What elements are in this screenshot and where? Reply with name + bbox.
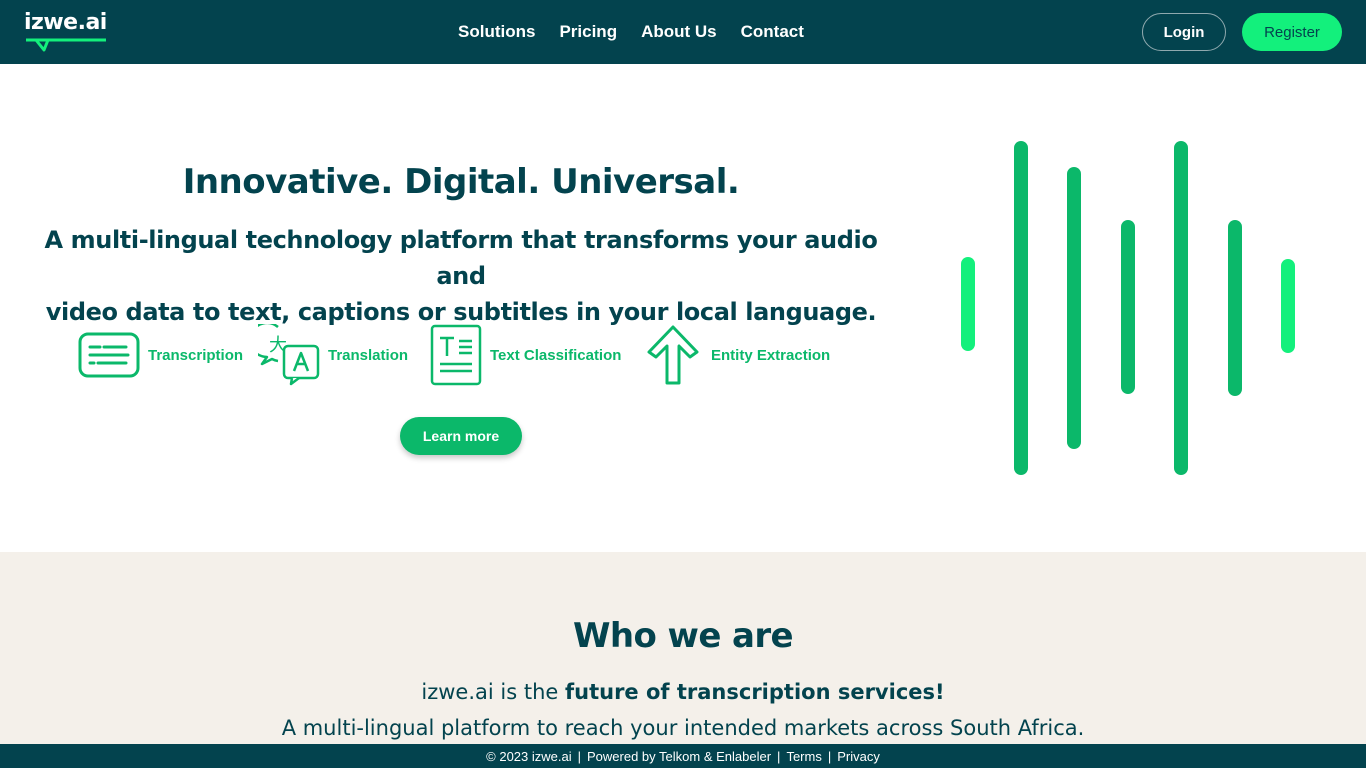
learn-more-button[interactable]: Learn more <box>400 417 522 455</box>
transcription-icon <box>78 332 140 378</box>
about-line-2: A multi-lingual platform to reach your i… <box>281 716 1085 740</box>
entity-extraction-icon <box>647 325 699 385</box>
about-line-1: izwe.ai is the future of transcription s… <box>0 680 1366 704</box>
footer-privacy-link[interactable]: Privacy <box>837 749 880 764</box>
text-classification-icon <box>430 324 482 386</box>
nav-solutions[interactable]: Solutions <box>458 22 535 42</box>
footer-copyright: © 2023 izwe.ai <box>486 748 572 764</box>
logo-text: izwe.ai <box>24 10 107 35</box>
feature-entity-extraction: Entity Extraction <box>646 324 830 386</box>
register-button[interactable]: Register <box>1242 13 1342 51</box>
about-title: Who we are <box>573 616 794 656</box>
feature-translation: 大 Translation <box>258 324 408 386</box>
feature-label-text-classification: Text Classification <box>490 346 622 364</box>
top-navbar: izwe.ai Solutions Pricing About Us Conta… <box>0 0 1366 64</box>
main-nav: Solutions Pricing About Us Contact <box>458 22 804 42</box>
who-we-are-section: Who we are izwe.ai is the future of tran… <box>0 552 1366 744</box>
hero-title: Innovative. Digital. Universal. <box>182 162 740 202</box>
footer-separator: | <box>777 748 781 764</box>
nav-pricing[interactable]: Pricing <box>559 22 617 42</box>
izwe-logo[interactable]: izwe.ai <box>24 10 114 52</box>
audio-wave-illustration <box>961 141 1295 475</box>
nav-contact[interactable]: Contact <box>741 22 804 42</box>
hero-section: Innovative. Digital. Universal. A multi-… <box>0 64 1366 552</box>
feature-label-entity-extraction: Entity Extraction <box>711 346 831 364</box>
translation-icon: 大 <box>258 324 320 386</box>
footer-separator: | <box>577 748 582 764</box>
feature-label-translation: Translation <box>328 346 409 364</box>
footer-separator: | <box>827 748 832 764</box>
feature-text-classification: Text Classification <box>430 324 621 386</box>
login-button[interactable]: Login <box>1142 13 1226 51</box>
nav-about-us[interactable]: About Us <box>641 22 717 42</box>
feature-label-transcription: Transcription <box>148 346 244 364</box>
feature-transcription: Transcription <box>78 332 243 378</box>
footer-terms-link[interactable]: Terms <box>786 749 821 764</box>
footer: © 2023 izwe.ai | Powered by Telkom & Enl… <box>0 744 1366 768</box>
about-line-1-highlight: future of transcription services! <box>565 680 945 704</box>
hero-subtitle: A multi-lingual technology platform that… <box>40 222 882 330</box>
speech-bubble-icon <box>26 38 106 52</box>
footer-powered-by: Powered by Telkom & Enlabeler <box>587 748 772 764</box>
about-line-1-prefix: izwe.ai is the <box>421 680 565 704</box>
hero-subtitle-line-1: A multi-lingual technology platform that… <box>44 226 878 290</box>
